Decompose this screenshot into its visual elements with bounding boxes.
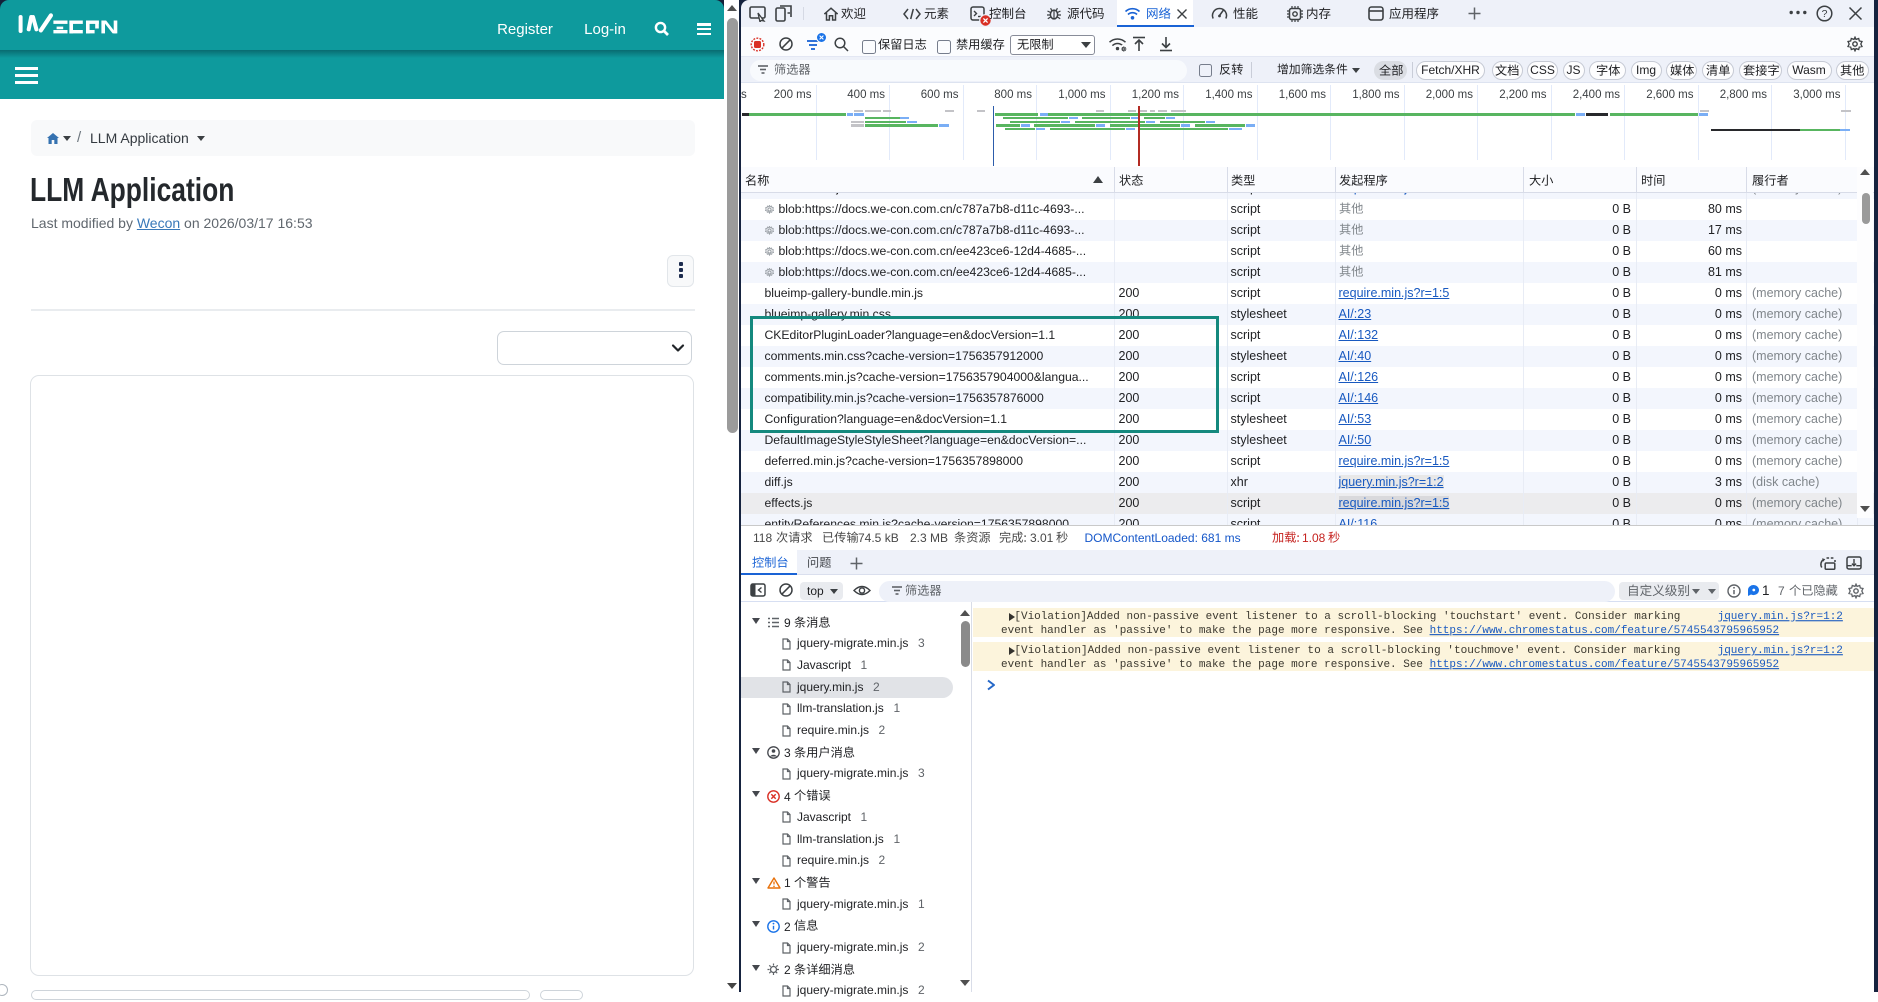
svg-text:event handler as 'passive' to: event handler as 'passive' to make the p… (1001, 625, 1423, 637)
svg-text:[Violation]Added non-passive e: [Violation]Added non-passive event liste… (1014, 611, 1680, 623)
svg-text:[Violation]Added non-passive e: [Violation]Added non-passive event liste… (1014, 645, 1680, 657)
svg-text:event handler as 'passive' to: event handler as 'passive' to make the p… (1001, 659, 1423, 671)
svg-text:https://www.chromestatus.com/f: https://www.chromestatus.com/feature/574… (1430, 625, 1780, 637)
svg-text:jquery.min.js?r=1:2: jquery.min.js?r=1:2 (1718, 645, 1843, 657)
svg-text:?: ? (1822, 8, 1828, 20)
svg-text:jquery.min.js?r=1:2: jquery.min.js?r=1:2 (1718, 611, 1843, 623)
svg-text:https://www.chromestatus.com/f: https://www.chromestatus.com/feature/574… (1430, 659, 1780, 671)
